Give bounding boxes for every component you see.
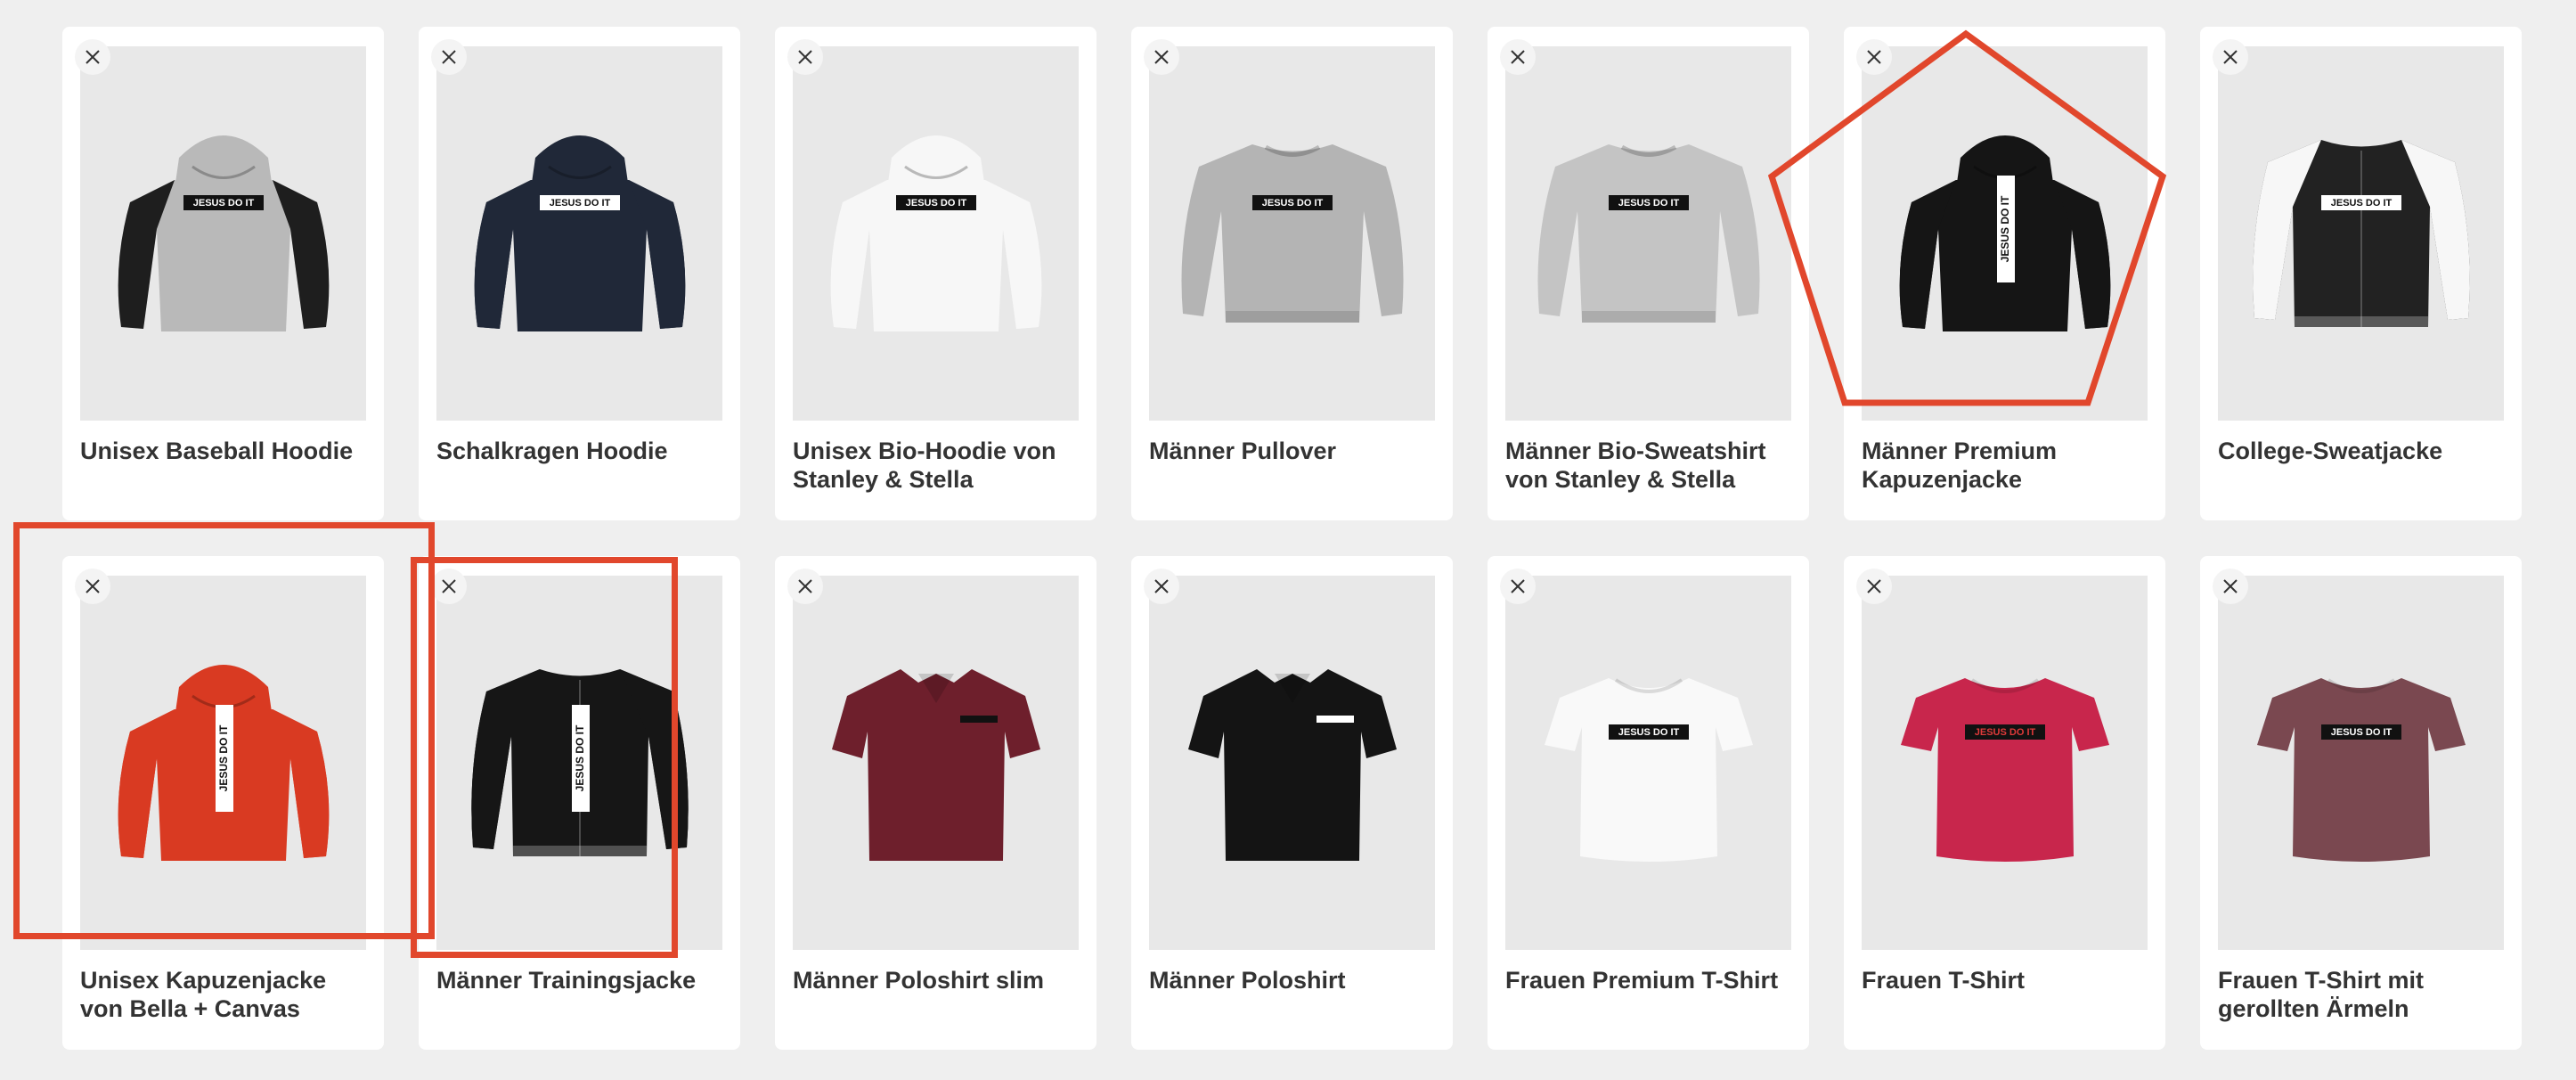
product-thumbnail[interactable]: JESUS DO IT xyxy=(80,576,366,950)
product-name[interactable]: Männer Trainingsjacke xyxy=(436,966,726,994)
svg-text:JESUS DO IT: JESUS DO IT xyxy=(1974,727,2035,738)
product-image: JESUS DO IT xyxy=(1899,135,2110,331)
remove-button[interactable] xyxy=(2213,39,2248,75)
product-card[interactable]: JESUS DO IT Männer Pullover xyxy=(1131,27,1453,520)
product-thumbnail[interactable]: JESUS DO IT xyxy=(436,576,722,950)
product-card[interactable]: JESUS DO IT Männer Bio-Sweatshirt von St… xyxy=(1488,27,1809,520)
product-card[interactable]: JESUS DO IT Männer Premium Kapuzenjacke xyxy=(1844,27,2165,520)
product-name[interactable]: Männer Poloshirt slim xyxy=(793,966,1082,994)
product-name[interactable]: Frauen Premium T-Shirt xyxy=(1505,966,1795,994)
close-icon xyxy=(2223,50,2238,64)
product-name[interactable]: Männer Bio-Sweatshirt von Stanley & Stel… xyxy=(1505,437,1795,494)
remove-button[interactable] xyxy=(787,569,823,604)
svg-text:JESUS DO IT: JESUS DO IT xyxy=(192,198,254,209)
product-thumbnail[interactable]: JESUS DO IT xyxy=(1505,46,1791,421)
remove-button[interactable] xyxy=(1856,569,1892,604)
product-image: JESUS DO IT xyxy=(118,135,329,331)
close-icon xyxy=(2223,579,2238,593)
remove-button[interactable] xyxy=(2213,569,2248,604)
product-card[interactable]: JESUS DO IT Frauen Premium T-Shirt xyxy=(1488,556,1809,1050)
product-name[interactable]: College-Sweatjacke xyxy=(2218,437,2507,465)
svg-text:JESUS DO IT: JESUS DO IT xyxy=(905,198,966,209)
product-card[interactable]: JESUS DO IT Frauen T-Shirt mit gerollten… xyxy=(2200,556,2522,1050)
product-name[interactable]: Unisex Kapuzenjacke von Bella + Canvas xyxy=(80,966,370,1023)
remove-button[interactable] xyxy=(1500,39,1536,75)
product-image: JESUS DO IT xyxy=(1900,678,2109,862)
product-grid: JESUS DO IT Unisex Baseball Hoodie JESUS… xyxy=(62,27,2522,1050)
close-icon xyxy=(1867,579,1881,593)
product-thumbnail[interactable]: JESUS DO IT xyxy=(436,46,722,421)
product-image: JESUS DO IT xyxy=(474,135,685,331)
close-icon xyxy=(1511,50,1525,64)
close-icon xyxy=(798,579,812,593)
product-name[interactable]: Unisex Baseball Hoodie xyxy=(80,437,370,465)
svg-text:JESUS DO IT: JESUS DO IT xyxy=(1999,195,2011,262)
remove-button[interactable] xyxy=(431,39,467,75)
close-icon xyxy=(442,579,456,593)
product-thumbnail[interactable]: JESUS DO IT xyxy=(1862,576,2148,950)
close-icon xyxy=(86,579,100,593)
svg-text:JESUS DO IT: JESUS DO IT xyxy=(2330,727,2392,738)
close-icon xyxy=(442,50,456,64)
product-image: JESUS DO IT xyxy=(470,669,689,856)
product-card[interactable]: Männer Poloshirt xyxy=(1131,556,1453,1050)
remove-button[interactable] xyxy=(75,39,110,75)
product-image: JESUS DO IT xyxy=(118,665,329,861)
product-name[interactable]: Männer Poloshirt xyxy=(1149,966,1439,994)
product-card[interactable]: JESUS DO IT College-Sweatjacke xyxy=(2200,27,2522,520)
product-image: JESUS DO IT xyxy=(1180,144,1404,323)
remove-button[interactable] xyxy=(431,569,467,604)
svg-text:JESUS DO IT: JESUS DO IT xyxy=(2330,198,2392,209)
product-name[interactable]: Schalkragen Hoodie xyxy=(436,437,726,465)
svg-text:JESUS DO IT: JESUS DO IT xyxy=(549,198,610,209)
product-image: JESUS DO IT xyxy=(2252,140,2470,327)
remove-button[interactable] xyxy=(1856,39,1892,75)
product-card[interactable]: JESUS DO IT Frauen T-Shirt xyxy=(1844,556,2165,1050)
product-card[interactable]: JESUS DO IT Unisex Bio-Hoodie von Stanle… xyxy=(775,27,1096,520)
product-thumbnail[interactable]: JESUS DO IT xyxy=(2218,46,2504,421)
close-icon xyxy=(798,50,812,64)
product-name[interactable]: Männer Pullover xyxy=(1149,437,1439,465)
svg-text:JESUS DO IT: JESUS DO IT xyxy=(1618,727,1679,738)
close-icon xyxy=(1511,579,1525,593)
product-card[interactable]: JESUS DO IT Schalkragen Hoodie xyxy=(419,27,740,520)
product-image: JESUS DO IT xyxy=(1537,144,1760,323)
product-thumbnail[interactable] xyxy=(793,576,1079,950)
product-thumbnail[interactable] xyxy=(1149,576,1435,950)
product-card[interactable]: JESUS DO IT Unisex Kapuzenjacke von Bell… xyxy=(62,556,384,1050)
product-image: JESUS DO IT xyxy=(830,135,1041,331)
remove-button[interactable] xyxy=(787,39,823,75)
remove-button[interactable] xyxy=(75,569,110,604)
svg-text:JESUS DO IT: JESUS DO IT xyxy=(1618,198,1679,209)
product-thumbnail[interactable]: JESUS DO IT xyxy=(1862,46,2148,421)
product-name[interactable]: Frauen T-Shirt mit gerollten Ärmeln xyxy=(2218,966,2507,1023)
product-thumbnail[interactable]: JESUS DO IT xyxy=(1505,576,1791,950)
remove-button[interactable] xyxy=(1144,569,1179,604)
close-icon xyxy=(1154,50,1169,64)
product-card[interactable]: Männer Poloshirt slim xyxy=(775,556,1096,1050)
remove-button[interactable] xyxy=(1500,569,1536,604)
close-icon xyxy=(1867,50,1881,64)
product-image xyxy=(831,669,1040,861)
remove-button[interactable] xyxy=(1144,39,1179,75)
product-name[interactable]: Frauen T-Shirt xyxy=(1862,966,2151,994)
svg-text:JESUS DO IT: JESUS DO IT xyxy=(574,724,586,791)
close-icon xyxy=(1154,579,1169,593)
product-card[interactable]: JESUS DO IT Männer Trainingsjacke xyxy=(419,556,740,1050)
product-image: JESUS DO IT xyxy=(1544,678,1753,862)
svg-text:JESUS DO IT: JESUS DO IT xyxy=(1261,198,1323,209)
product-thumbnail[interactable]: JESUS DO IT xyxy=(793,46,1079,421)
product-name[interactable]: Männer Premium Kapuzenjacke xyxy=(1862,437,2151,494)
product-card[interactable]: JESUS DO IT Unisex Baseball Hoodie xyxy=(62,27,384,520)
svg-text:JESUS DO IT: JESUS DO IT xyxy=(217,724,230,791)
product-thumbnail[interactable]: JESUS DO IT xyxy=(1149,46,1435,421)
product-image xyxy=(1187,669,1397,861)
product-image: JESUS DO IT xyxy=(2256,678,2466,862)
close-icon xyxy=(86,50,100,64)
product-thumbnail[interactable]: JESUS DO IT xyxy=(80,46,366,421)
product-thumbnail[interactable]: JESUS DO IT xyxy=(2218,576,2504,950)
product-name[interactable]: Unisex Bio-Hoodie von Stanley & Stella xyxy=(793,437,1082,494)
